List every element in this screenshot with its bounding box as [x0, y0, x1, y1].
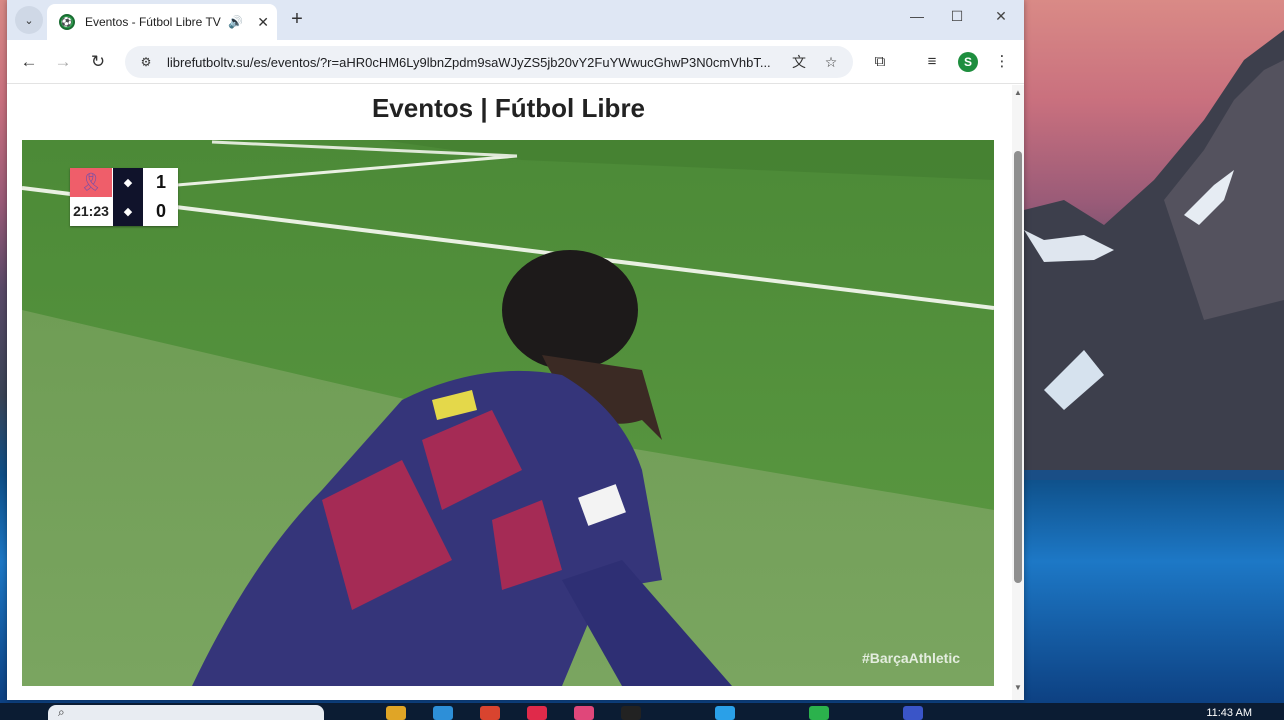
extensions-icon[interactable]: ⧉: [869, 51, 891, 73]
minimize-button[interactable]: —: [902, 8, 932, 24]
broadcast-hashtag: #BarçaAthletic: [861, 650, 960, 666]
tab-search-button[interactable]: ⌄: [15, 6, 43, 34]
page-content: Eventos | Fútbol Libre 🎗 21:23 ◆ ◆ 1 0 #…: [7, 85, 1012, 700]
home-score: 1: [155, 172, 166, 192]
close-tab-icon[interactable]: ✕: [257, 14, 269, 31]
reload-button[interactable]: ↻: [86, 50, 110, 74]
whatsapp-icon[interactable]: [809, 706, 829, 720]
new-tab-button[interactable]: +: [285, 8, 309, 31]
windows-taskbar: ⌕ 11:43 AM: [0, 703, 1284, 720]
bookmark-star-icon[interactable]: ☆: [821, 52, 841, 72]
match-clock: 21:23: [70, 197, 112, 226]
video-player[interactable]: 🎗 21:23 ◆ ◆ 1 0 #BarçaAthletic: [22, 140, 994, 686]
search-icon: ⌕: [58, 705, 65, 719]
athletic-crest-icon: ◆: [113, 197, 143, 226]
taskbar-app-icon[interactable]: [621, 706, 641, 720]
telegram-icon[interactable]: [715, 706, 735, 720]
menu-kebab-icon[interactable]: ⋮: [991, 51, 1013, 73]
scoreboard: 🎗 21:23 ◆ ◆ 1 0: [70, 168, 178, 226]
soccer-ball-icon: ⚽: [59, 14, 75, 30]
close-window-button[interactable]: ✕: [986, 8, 1016, 25]
taskbar-app-icon[interactable]: [903, 706, 923, 720]
taskbar-app-icon[interactable]: [574, 706, 594, 720]
browser-toolbar: ← → ↻ ⚙ librefutboltv.su/es/eventos/?r=a…: [7, 40, 1024, 84]
media-controls-icon[interactable]: ≡: [921, 51, 943, 73]
page-title: Eventos | Fútbol Libre: [371, 93, 646, 123]
tab-title: Eventos - Fútbol Libre TV: [84, 15, 221, 29]
speaker-icon[interactable]: 🔊: [228, 15, 243, 29]
file-explorer-icon[interactable]: [386, 706, 406, 720]
forward-button[interactable]: →: [51, 50, 75, 74]
taskbar-app-icon[interactable]: [433, 706, 453, 720]
maximize-button[interactable]: ☐: [942, 8, 972, 25]
address-bar[interactable]: ⚙ librefutboltv.su/es/eventos/?r=aHR0cHM…: [125, 46, 853, 78]
chrome-icon[interactable]: [480, 706, 500, 720]
scrollbar-thumb[interactable]: [1014, 151, 1022, 583]
back-button[interactable]: ←: [17, 50, 41, 74]
taskbar-app-icon[interactable]: [527, 706, 547, 720]
barcelona-crest-icon: ◆: [113, 168, 143, 197]
profile-avatar[interactable]: S: [958, 52, 978, 72]
url-text[interactable]: librefutboltv.su/es/eventos/?r=aHR0cHM6L…: [167, 55, 787, 70]
page-scrollbar[interactable]: ▲ ▼: [1012, 85, 1024, 700]
mountain-landscape: [1024, 30, 1284, 480]
taskbar-clock[interactable]: 11:43 AM: [1206, 707, 1252, 719]
scroll-up-arrow-icon[interactable]: ▲: [1012, 87, 1024, 99]
translate-icon[interactable]: 文: [789, 52, 809, 72]
tab-strip: ⌄ ⚽ Eventos - Fútbol Libre TV 🔊 ✕ + — ☐ …: [7, 0, 1024, 40]
scroll-down-arrow-icon[interactable]: ▼: [1012, 682, 1024, 694]
browser-window: ⌄ ⚽ Eventos - Fútbol Libre TV 🔊 ✕ + — ☐ …: [7, 0, 1024, 700]
site-info-icon[interactable]: ⚙: [135, 55, 157, 69]
taskbar-search-box[interactable]: ⌕: [48, 705, 324, 720]
chevron-down-icon: ⌄: [24, 14, 34, 27]
awareness-ribbon-icon: 🎗: [70, 168, 112, 197]
tab-eventos[interactable]: ⚽ Eventos - Fútbol Libre TV 🔊 ✕: [47, 4, 277, 40]
away-score: 0: [155, 201, 166, 221]
